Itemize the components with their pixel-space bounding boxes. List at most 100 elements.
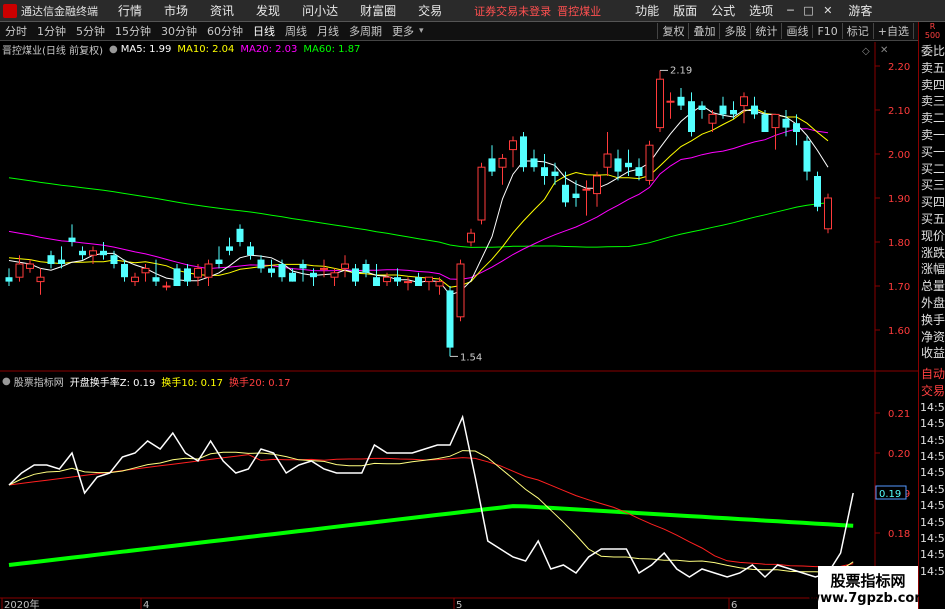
price-axis-label: 2.10	[888, 106, 910, 117]
candle-down	[110, 255, 118, 264]
menu-function[interactable]: 功能	[635, 2, 659, 19]
quote-label: 卖四	[921, 77, 945, 92]
candle-up	[603, 153, 612, 168]
candle-down	[394, 277, 401, 282]
candle-down	[782, 118, 790, 128]
candle-down	[79, 250, 86, 256]
indicator-axis-label: 0.21	[888, 409, 910, 420]
candle-down	[236, 228, 244, 242]
turnover-line	[8, 414, 854, 579]
candle-up	[656, 78, 664, 129]
price-axis-label: 2.20	[888, 62, 910, 73]
candle-down	[688, 101, 695, 132]
candle-down	[698, 105, 706, 110]
tick-time: 14:56	[920, 564, 945, 578]
menu-bar: 通达信金融终端 行情 市场 资讯 发现 问小达 财富圈 交易 证券交易未登录 晋…	[0, 0, 945, 22]
candle-up	[194, 267, 202, 278]
login-status[interactable]: 证券交易未登录	[474, 3, 551, 19]
candle-down	[362, 264, 370, 273]
tick-time: 14:56	[920, 417, 945, 431]
menu-wealth[interactable]: 财富圈	[360, 2, 396, 19]
candle-down	[184, 268, 191, 282]
candle-down	[215, 259, 223, 264]
menu-trade[interactable]: 交易	[418, 2, 442, 19]
app-title: 通达信金融终端	[21, 4, 98, 18]
candle-down	[68, 237, 76, 242]
menu-market-quotes[interactable]: 行情	[118, 2, 142, 19]
candle-down	[541, 167, 548, 176]
date-label: 6	[731, 600, 737, 609]
quote-label: 现价	[921, 228, 945, 243]
chart-area[interactable]: 2.20 2.10 2.00 1.90 1.80 1.70 1.60 0.21 0.20 0.19…	[0, 22, 918, 609]
candle-down	[793, 123, 800, 132]
candle-down	[530, 158, 538, 168]
candle-up	[330, 272, 339, 278]
candle-up	[824, 197, 832, 230]
maximize-icon[interactable]: □	[803, 4, 813, 17]
candle-down	[289, 272, 296, 282]
candle-up	[404, 281, 412, 284]
price-axis-label: 1.80	[888, 238, 910, 249]
tick-time: 14:56	[920, 499, 945, 513]
date-label: 2020年	[4, 598, 39, 609]
menu-discover[interactable]: 发现	[256, 2, 280, 19]
high-label: 2.19	[670, 65, 692, 76]
candle-down	[247, 246, 254, 256]
candle-down	[761, 114, 769, 132]
close-icon[interactable]: ✕	[823, 4, 832, 17]
candle-down	[488, 158, 496, 172]
ma10-line	[8, 107, 829, 288]
candle-up	[666, 100, 675, 103]
minimize-icon[interactable]: ─	[787, 4, 794, 17]
menu-formula[interactable]: 公式	[711, 2, 735, 19]
guest-label[interactable]: 游客	[848, 2, 872, 19]
tick-time: 14:56	[920, 482, 945, 496]
menu-news[interactable]: 资讯	[210, 2, 234, 19]
candle-down	[58, 259, 65, 264]
candle-down	[562, 184, 569, 203]
quote-label: 买三	[921, 178, 945, 193]
candle-down	[614, 158, 622, 172]
quote-label: 买二	[921, 161, 945, 176]
menu-layout[interactable]: 版面	[673, 2, 697, 19]
candle-down	[373, 277, 380, 286]
quote-label: 卖一	[921, 127, 945, 142]
date-label: 5	[456, 600, 462, 609]
candle-down	[310, 272, 317, 278]
menu-market[interactable]: 市场	[164, 2, 188, 19]
ma60-line	[8, 177, 829, 248]
tick-time: 14:56	[920, 548, 945, 562]
quote-label: 委比	[921, 44, 945, 58]
candle-down	[226, 246, 233, 251]
tick-times: 14:56 14:56 14:56 14:56 14:56 14:56 14:56 14:56…	[919, 400, 945, 580]
chart-close-icon[interactable]: ✕	[880, 45, 888, 56]
quote-label: 买一	[921, 144, 945, 159]
candle-up	[771, 113, 780, 129]
candle-up	[89, 250, 97, 256]
candle-up	[467, 232, 475, 243]
indicator-value-tag-text: 0.19	[879, 489, 901, 500]
chart-settings-icon[interactable]: ◇	[862, 46, 870, 57]
indicator-axis-label: 0.20	[888, 449, 910, 460]
tick-time: 14:56	[920, 433, 945, 447]
current-stock: 晋控煤业	[557, 4, 602, 18]
quote-label: 总量	[921, 279, 945, 294]
tick-time: 14:56	[920, 400, 945, 414]
quote-label: 涨跌	[921, 245, 945, 260]
auto-label[interactable]: 自动	[919, 366, 945, 383]
candle-down	[47, 255, 55, 264]
candle-down	[278, 264, 286, 278]
turnover-long-line	[8, 504, 854, 567]
rank-count: 500	[924, 31, 941, 40]
menu-ask[interactable]: 问小达	[302, 2, 338, 19]
quote-label: 买四	[921, 195, 945, 210]
candle-down	[352, 268, 359, 282]
candle-down	[719, 105, 727, 115]
menu-options[interactable]: 选项	[749, 2, 773, 19]
candle-down	[299, 264, 307, 269]
candle-down	[121, 264, 128, 278]
app-logo-icon	[3, 3, 17, 18]
trade-label[interactable]: 交易	[919, 383, 945, 400]
candle-down	[814, 176, 821, 207]
candle-up	[341, 263, 349, 269]
